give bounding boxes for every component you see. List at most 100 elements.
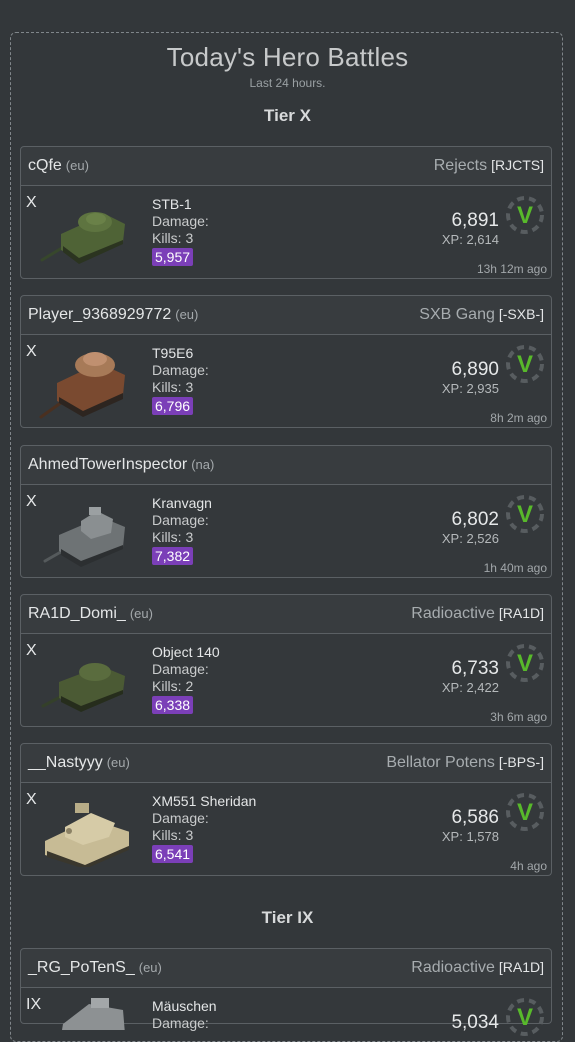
damage-value: 6,890: [451, 359, 499, 380]
tank-icon: [62, 998, 125, 1030]
damage-label: Damage:: [152, 661, 209, 677]
kills-count: Kills: 3: [152, 230, 194, 246]
damage-label: Damage:: [152, 810, 209, 826]
tank-icon: [39, 352, 125, 419]
kills-count: Kills: 3: [152, 827, 194, 843]
tank-name: Mäuschen: [152, 998, 217, 1014]
combined-damage-badge: 6,541: [152, 845, 194, 863]
tier-heading-x: Tier X: [264, 106, 311, 125]
xp-value: XP: 2,935: [441, 381, 499, 396]
damage-value: 6,733: [451, 658, 499, 679]
tank-tier: X: [26, 343, 37, 360]
tank-name: XM551 Sheridan: [152, 793, 257, 809]
player-name[interactable]: _RG_PoTenS_ (eu): [28, 959, 162, 977]
kills-count: Kills: 3: [152, 379, 194, 395]
clan-tag: [-SXB-]: [498, 306, 544, 322]
tank-name: T95E6: [152, 345, 194, 361]
time-ago: 13h 12m ago: [476, 262, 547, 276]
damage-label: Damage:: [152, 512, 209, 528]
combined-damage-badge: 7,382: [152, 547, 194, 565]
page-edge-dots: [567, 0, 575, 1024]
tank-tier: X: [26, 493, 37, 510]
svg-text:V: V: [517, 351, 533, 378]
time-ago: 8h 2m ago: [490, 411, 547, 425]
clan-name[interactable]: Radioactive [RA1D]: [411, 605, 544, 623]
tank-icon: [43, 507, 125, 567]
svg-text:V: V: [517, 1004, 533, 1031]
player-name[interactable]: AhmedTowerInspector (na): [28, 456, 214, 474]
damage-label: Damage:: [152, 362, 209, 378]
victory-icon: V: [506, 345, 544, 383]
time-ago: 1h 40m ago: [483, 561, 547, 575]
clan-name[interactable]: [540, 456, 544, 474]
player-region: (eu): [65, 158, 89, 173]
xp-value: XP: 2,422: [441, 680, 499, 695]
damage-value: 6,891: [451, 210, 499, 231]
damage-label: Damage:: [152, 213, 209, 229]
card-body: IX Mäuschen Damage: 5,034 V: [20, 988, 552, 1036]
card-body: X Object 140 Damage: Kills: 2 6,338 6,73…: [20, 634, 552, 727]
card-header: cQfe (eu) Rejects [RJCTS]: [20, 146, 552, 186]
clan-name[interactable]: SXB Gang [-SXB-]: [419, 306, 544, 324]
clan-tag: [RJCTS]: [491, 157, 544, 173]
victory-icon: V: [506, 495, 544, 533]
svg-text:V: V: [517, 501, 533, 528]
card-header: AhmedTowerInspector (na): [20, 445, 552, 485]
victory-icon: V: [506, 998, 544, 1036]
card-body: X STB-1 Damage: Kills: 3 5,957 6,891 XP:…: [20, 186, 552, 279]
kills-count: Kills: 3: [152, 529, 194, 545]
tier-heading-ix: Tier IX: [261, 908, 314, 927]
player-region: (eu): [106, 755, 130, 770]
victory-icon: V: [506, 644, 544, 682]
tank-icon: [41, 663, 125, 712]
kills-count: Kills: 2: [152, 678, 194, 694]
victory-icon: V: [506, 196, 544, 234]
svg-text:V: V: [517, 202, 533, 229]
damage-value: 6,802: [451, 509, 499, 530]
time-ago: 4h ago: [510, 859, 547, 873]
tank-name: Kranvagn: [152, 495, 212, 511]
svg-text:V: V: [517, 799, 533, 826]
clan-name[interactable]: Radioactive [RA1D]: [411, 959, 544, 977]
clan-tag: [-BPS-]: [498, 754, 544, 770]
damage-value: 5,034: [451, 1012, 499, 1033]
combined-damage-badge: 5,957: [152, 248, 194, 266]
tank-tier: X: [26, 791, 37, 808]
page-subtitle: Last 24 hours.: [249, 76, 326, 90]
card-header: _RG_PoTenS_ (eu) Radioactive [RA1D]: [20, 948, 552, 988]
damage-label: Damage:: [152, 1015, 209, 1031]
player-name[interactable]: __Nastyyy (eu): [28, 754, 130, 772]
combined-damage-badge: 6,338: [152, 696, 194, 714]
card-body: X Kranvagn Damage: Kills: 3 7,382 6,802 …: [20, 485, 552, 578]
player-region: (eu): [175, 307, 199, 322]
tank-icon: [45, 803, 129, 867]
tank-name: Object 140: [152, 644, 220, 660]
clan-name[interactable]: Rejects [RJCTS]: [434, 157, 544, 175]
xp-value: XP: 2,526: [441, 531, 499, 546]
card-header: Player_9368929772 (eu) SXB Gang [-SXB-]: [20, 295, 552, 335]
clan-tag: [RA1D]: [498, 959, 544, 975]
card-body: X XM551 Sheridan Damage: Kills: 3 6,541 …: [20, 783, 552, 876]
tank-name: STB-1: [152, 196, 192, 212]
tank-icon: [40, 212, 125, 264]
clan-tag: [RA1D]: [498, 605, 544, 621]
time-ago: 3h 6m ago: [490, 710, 547, 724]
tank-tier: X: [26, 194, 37, 211]
damage-value: 6,586: [451, 807, 499, 828]
player-name[interactable]: RA1D_Domi_ (eu): [28, 605, 153, 623]
combined-damage-badge: 6,796: [152, 397, 194, 415]
xp-value: XP: 1,578: [441, 829, 499, 844]
xp-value: XP: 2,614: [441, 232, 499, 247]
clan-name[interactable]: Bellator Potens [-BPS-]: [386, 754, 544, 772]
player-name[interactable]: Player_9368929772 (eu): [28, 306, 198, 324]
page-title: Today's Hero Battles: [166, 42, 409, 72]
tank-tier: X: [26, 642, 37, 659]
victory-icon: V: [506, 793, 544, 831]
player-region: (eu): [138, 960, 162, 975]
card-header: RA1D_Domi_ (eu) Radioactive [RA1D]: [20, 594, 552, 634]
player-name[interactable]: cQfe (eu): [28, 157, 89, 175]
svg-text:V: V: [517, 650, 533, 677]
card-header: __Nastyyy (eu) Bellator Potens [-BPS-]: [20, 743, 552, 783]
card-body: X T95E6 Damage: Kills: 3 6,796 6,890 XP:…: [20, 335, 552, 428]
player-region: (na): [191, 457, 215, 472]
